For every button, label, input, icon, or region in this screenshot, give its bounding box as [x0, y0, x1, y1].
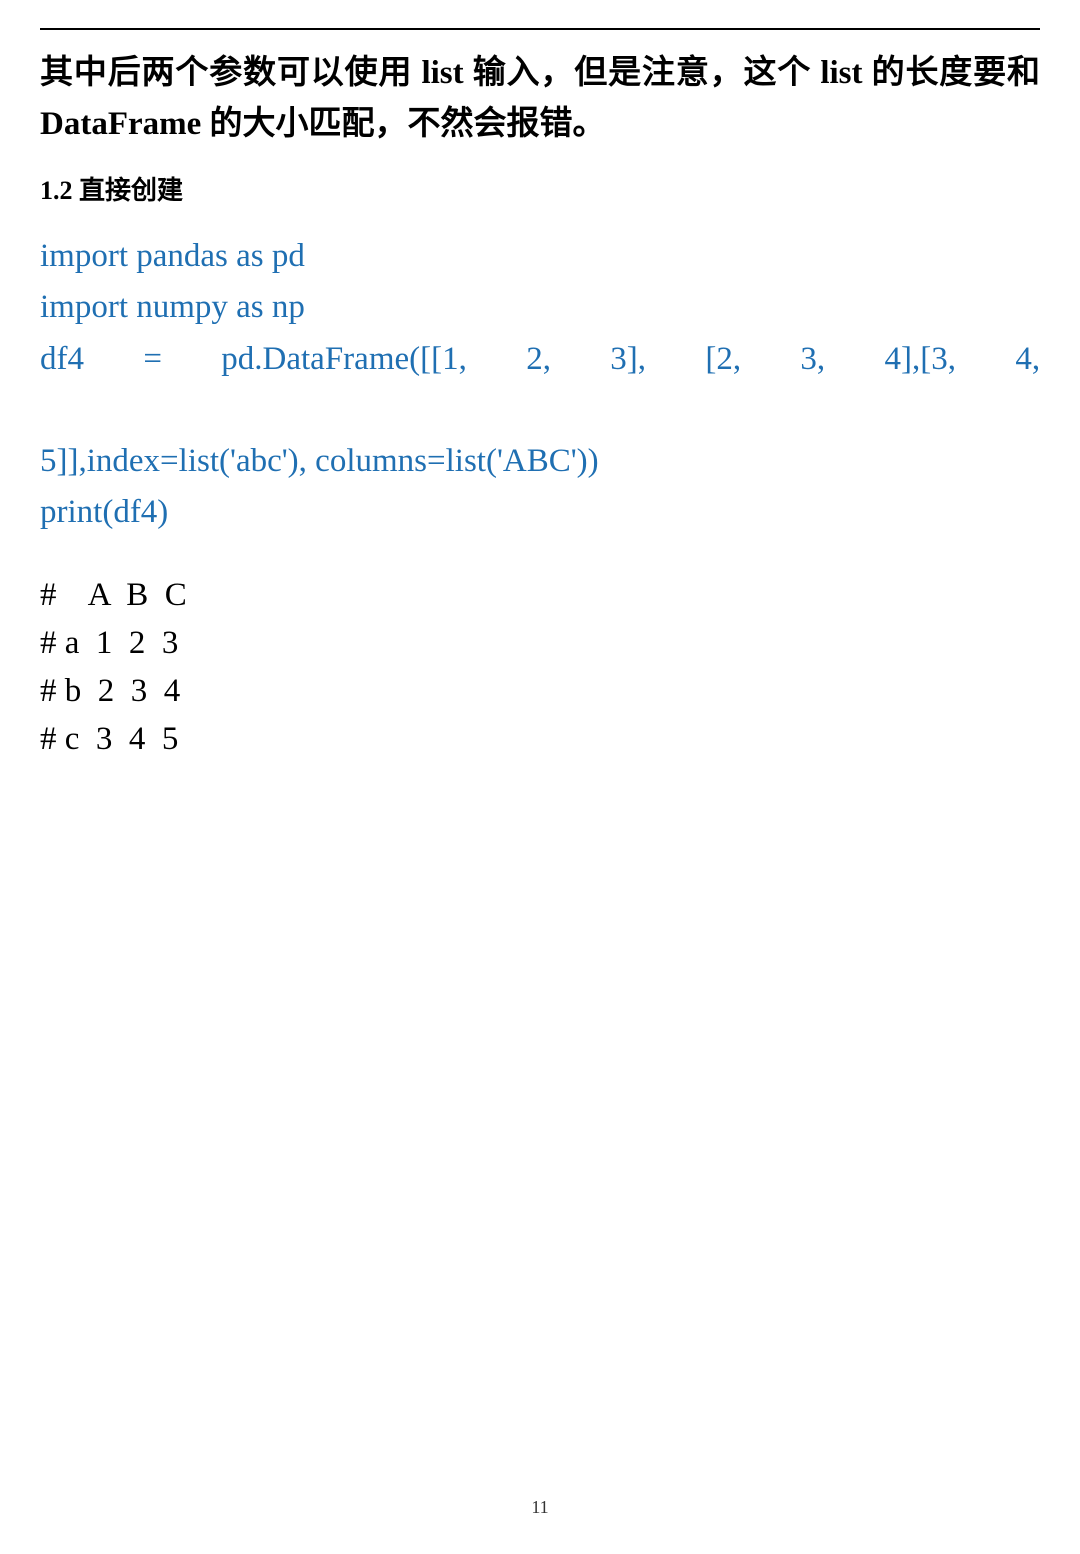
- code-token: pd.DataFrame([[1,: [221, 341, 467, 377]
- top-divider: [40, 28, 1040, 30]
- output-row: # A B C: [40, 577, 187, 613]
- code-token: 4],[3,: [885, 341, 956, 377]
- code-token: [2,: [705, 341, 741, 377]
- code-token: df4: [40, 341, 84, 377]
- code-line: import numpy as np: [40, 282, 1040, 333]
- code-line: print(df4): [40, 487, 1040, 538]
- page-number: 11: [0, 1497, 1080, 1518]
- output-row: # c 3 4 5: [40, 721, 178, 757]
- code-token: 4,: [1015, 341, 1040, 377]
- code-line: df4 = pd.DataFrame([[1, 2, 3], [2, 3, 4]…: [40, 334, 1040, 436]
- output-row: # a 1 2 3: [40, 625, 178, 661]
- output-block: # A B C # a 1 2 3 # b 2 3 4 # c 3 4 5: [40, 572, 1040, 763]
- lead-paragraph: 其中后两个参数可以使用 list 输入，但是注意，这个 list 的长度要和 D…: [40, 48, 1040, 150]
- section-heading: 1.2 直接创建: [40, 170, 1040, 207]
- code-token: 2,: [526, 341, 551, 377]
- output-row: # b 2 3 4: [40, 673, 180, 709]
- document-page: 其中后两个参数可以使用 list 输入，但是注意，这个 list 的长度要和 D…: [0, 28, 1080, 1554]
- code-token: 3,: [800, 341, 825, 377]
- code-token: 3],: [610, 341, 646, 377]
- code-line: import pandas as pd: [40, 231, 1040, 282]
- code-line: 5]],index=list('abc'), columns=list('ABC…: [40, 436, 1040, 487]
- code-block: import pandas as pd import numpy as np d…: [40, 231, 1040, 538]
- code-token: =: [143, 341, 162, 377]
